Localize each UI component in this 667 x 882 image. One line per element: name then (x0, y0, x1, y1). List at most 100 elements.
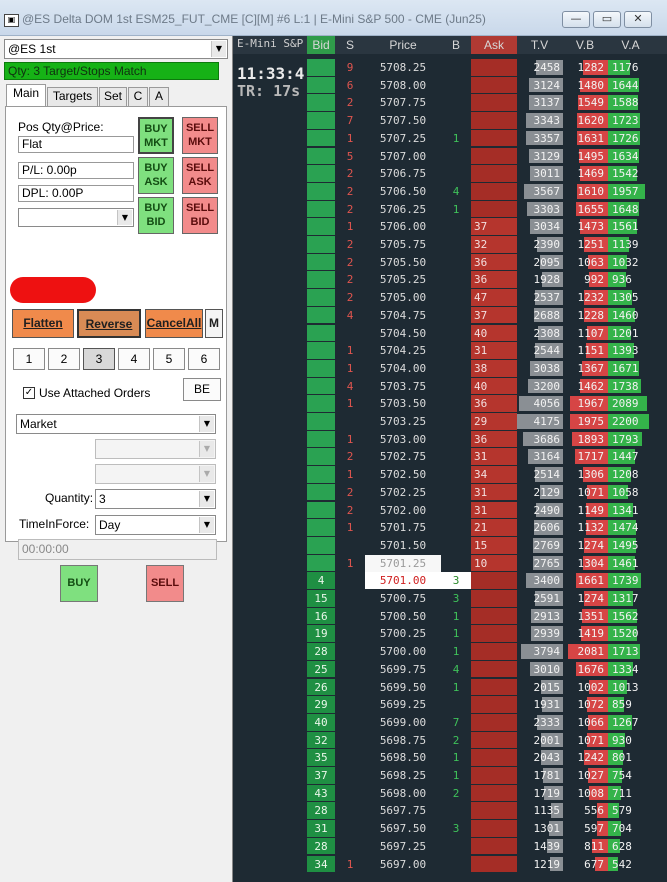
ladder-row[interactable]: 43 5698.00 2 1719 1008 711 (233, 784, 667, 803)
ask-cell[interactable] (471, 713, 517, 731)
minimize-button[interactable]: — (562, 11, 590, 28)
ladder-row[interactable]: 2 5705.50 36 2095 1063 1032 (233, 253, 667, 272)
ladder-row[interactable]: 28 5697.75 1135 556 579 (233, 802, 667, 820)
tif-select[interactable]: Day ▼ (95, 515, 216, 535)
bid-cell[interactable] (307, 395, 335, 412)
ask-cell[interactable]: 38 (471, 359, 517, 377)
sell-market-button[interactable]: SELL MKT (182, 117, 218, 154)
ladder-row[interactable]: 40 5699.00 7 2333 1066 1267 (233, 713, 667, 732)
sell-bid-button[interactable]: SELL BID (182, 197, 218, 234)
ladder-row[interactable]: 1 5706.00 37 3034 1473 1561 (233, 218, 667, 236)
ask-cell[interactable]: 29 (471, 413, 517, 430)
ladder-row[interactable]: 2 5707.75 3137 1549 1588 (233, 94, 667, 112)
m-button[interactable]: M (205, 309, 223, 338)
ladder-row[interactable]: 4 5701.00 3 3400 1661 1739 (233, 572, 667, 590)
ladder-row[interactable]: 2 5705.75 32 2390 1251 1139 (233, 236, 667, 254)
bid-cell[interactable]: 4 (307, 572, 335, 589)
ask-cell[interactable] (471, 129, 517, 147)
ask-cell[interactable] (471, 165, 517, 182)
qty-4-button[interactable]: 4 (118, 348, 150, 370)
attached-orders-checkbox[interactable]: ✓ (23, 387, 35, 399)
ask-cell[interactable]: 31 (471, 448, 517, 466)
bid-cell[interactable] (307, 554, 335, 572)
tab-a[interactable]: A (149, 87, 169, 106)
bid-cell[interactable]: 40 (307, 713, 335, 731)
ask-cell[interactable] (471, 643, 517, 660)
ladder-row[interactable]: 2 5706.50 4 3567 1610 1957 (233, 182, 667, 201)
ask-cell[interactable] (471, 837, 517, 855)
bid-cell[interactable] (307, 466, 335, 483)
buy-ask-button[interactable]: BUY ASK (138, 157, 174, 194)
ladder-row[interactable]: 32 5698.75 2 2001 1071 930 (233, 731, 667, 750)
ask-cell[interactable] (471, 182, 517, 200)
ask-cell[interactable] (471, 767, 517, 784)
ask-cell[interactable]: 32 (471, 236, 517, 253)
ask-cell[interactable] (471, 660, 517, 678)
ladder-row[interactable]: 9 5708.25 2458 1282 1176 (233, 59, 667, 77)
qty-5-button[interactable]: 5 (153, 348, 185, 370)
bid-cell[interactable] (307, 519, 335, 536)
bid-cell[interactable] (307, 182, 335, 200)
bid-cell[interactable] (307, 112, 335, 129)
ask-cell[interactable]: 36 (471, 253, 517, 271)
ask-cell[interactable]: 37 (471, 306, 517, 324)
bid-cell[interactable] (307, 430, 335, 448)
ladder-row[interactable]: 2 5702.25 31 2129 1071 1058 (233, 483, 667, 502)
sell-button[interactable]: SELL (146, 565, 184, 602)
ladder-row[interactable]: 1 5704.00 38 3038 1367 1671 (233, 359, 667, 378)
ask-cell[interactable] (471, 59, 517, 76)
bid-cell[interactable] (307, 483, 335, 501)
ladder-row[interactable]: 4 5703.75 40 3200 1462 1738 (233, 377, 667, 396)
ladder-row[interactable]: 1 5701.25 10 2765 1304 1461 (233, 554, 667, 573)
breakeven-button[interactable]: BE (183, 378, 221, 401)
buy-bid-button[interactable]: BUY BID (138, 197, 174, 234)
bid-cell[interactable] (307, 129, 335, 147)
ladder-row[interactable]: 1 5703.00 36 3686 1893 1793 (233, 430, 667, 449)
quantity-select[interactable]: 3 ▼ (95, 489, 216, 509)
ask-cell[interactable] (471, 76, 517, 94)
bid-cell[interactable] (307, 501, 335, 519)
bid-cell[interactable] (307, 147, 335, 165)
ladder-row[interactable]: 1 5701.75 21 2606 1132 1474 (233, 519, 667, 537)
ask-cell[interactable] (471, 94, 517, 112)
ladder-row[interactable]: 29 5699.25 1931 1072 859 (233, 696, 667, 714)
ladder-row[interactable]: 1 5704.25 31 2544 1151 1393 (233, 342, 667, 360)
tab-set[interactable]: Set (99, 87, 127, 106)
ask-cell[interactable]: 10 (471, 554, 517, 572)
flatten-button[interactable]: Flatten (12, 309, 74, 338)
ask-cell[interactable] (471, 572, 517, 589)
ladder-row[interactable]: 5 5707.00 3129 1495 1634 (233, 147, 667, 166)
ladder-row[interactable]: 2 5705.25 36 1928 992 936 (233, 271, 667, 289)
ladder-row[interactable]: 15 5700.75 3 2591 1274 1317 (233, 590, 667, 608)
ask-cell[interactable] (471, 749, 517, 766)
bid-cell[interactable]: 43 (307, 784, 335, 802)
ask-cell[interactable] (471, 802, 517, 820)
ask-cell[interactable]: 31 (471, 483, 517, 501)
account-select[interactable]: ▼ (18, 208, 134, 227)
ask-cell[interactable] (471, 590, 517, 607)
buy-button[interactable]: BUY (60, 565, 98, 602)
order-type-select[interactable]: Market ▼ (16, 414, 216, 434)
bid-cell[interactable] (307, 536, 335, 554)
bid-cell[interactable] (307, 59, 335, 76)
bid-cell[interactable]: 16 (307, 607, 335, 625)
qty-3-button[interactable]: 3 (83, 348, 115, 370)
tab-main[interactable]: Main (6, 84, 46, 106)
maximize-button[interactable]: ▭ (593, 11, 621, 28)
bid-cell[interactable] (307, 271, 335, 289)
ladder-row[interactable]: 5704.50 40 2308 1107 1201 (233, 324, 667, 343)
ladder-row[interactable]: 7 5707.50 3343 1620 1723 (233, 112, 667, 130)
ask-cell[interactable]: 47 (471, 289, 517, 306)
ask-cell[interactable] (471, 855, 517, 873)
bid-cell[interactable]: 19 (307, 625, 335, 643)
ladder-row[interactable]: 35 5698.50 1 2043 1242 801 (233, 749, 667, 767)
ladder-row[interactable]: 26 5699.50 1 2015 1002 1013 (233, 678, 667, 697)
ladder-row[interactable]: 2 5702.00 31 2490 1149 1341 (233, 501, 667, 520)
ask-cell[interactable] (471, 200, 517, 218)
close-button[interactable]: ✕ (624, 11, 652, 28)
bid-cell[interactable] (307, 76, 335, 94)
bid-cell[interactable]: 28 (307, 643, 335, 660)
ladder-row[interactable]: 25 5699.75 4 3010 1676 1334 (233, 660, 667, 679)
ladder-row[interactable]: 31 5697.50 3 1301 597 704 (233, 820, 667, 838)
bid-cell[interactable] (307, 289, 335, 306)
